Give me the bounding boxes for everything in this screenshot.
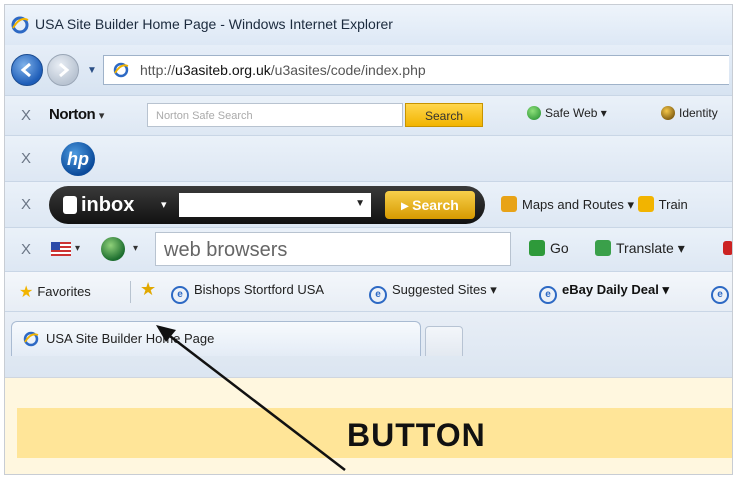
address-bar[interactable]: http://u3asiteb.org.uk/u3asites/code/ind… — [103, 55, 729, 85]
star-icon: ★ — [19, 284, 34, 301]
tab-strip: USA Site Builder Home Page — [5, 311, 732, 378]
ie-page-icon: e — [539, 286, 557, 304]
inbox-toolbar: X inbox ▾ ▼ ▸ Search Maps and Routes ▾ T… — [5, 181, 732, 228]
page-content: BUTTON — [5, 377, 732, 474]
close-toolbar-button[interactable]: X — [21, 150, 31, 167]
identity-icon — [661, 106, 675, 120]
favorite-link[interactable]: e eBay Daily Deal ▾ — [539, 282, 669, 304]
ie-page-icon: e — [171, 286, 189, 304]
hp-toolbar: X hp — [5, 135, 732, 182]
url-text: http://u3asiteb.org.uk/u3asites/code/ind… — [140, 62, 426, 78]
add-to-favorites-bar-icon[interactable]: ★ — [140, 279, 156, 300]
title-bar: USA Site Builder Home Page - Windows Int… — [5, 5, 732, 45]
safe-web-icon — [527, 106, 541, 120]
norton-search-input[interactable]: Norton Safe Search — [147, 103, 403, 127]
go-arrow-icon — [529, 240, 545, 256]
inbox-logo[interactable]: inbox — [63, 194, 134, 217]
trains-label[interactable]: Train — [659, 197, 688, 212]
norton-toolbar: X Norton ▾ Norton Safe Search Search Saf… — [5, 95, 732, 136]
favorites-bar: ★ Favorites ★ e Bishops Stortford USA e Sug… — [5, 271, 732, 312]
favorite-link[interactable]: e Suggested Sites ▾ — [369, 282, 497, 304]
inbox-search-input[interactable]: ▼ — [179, 193, 371, 217]
forward-arrow-icon — [59, 62, 70, 78]
window-title: USA Site Builder Home Page - Windows Int… — [35, 16, 393, 32]
favorite-link[interactable]: e — [711, 282, 732, 304]
banner-heading: BUTTON — [347, 417, 486, 453]
maps-icon — [501, 196, 517, 212]
hp-logo-icon[interactable]: hp — [61, 142, 95, 176]
favorite-link[interactable]: e Bishops Stortford USA — [171, 282, 324, 304]
chevron-down-icon[interactable]: ▾ — [133, 243, 138, 254]
divider — [130, 281, 131, 303]
inbox-search-bar: inbox ▾ ▼ ▸ Search — [49, 186, 485, 224]
tab-label: USA Site Builder Home Page — [46, 331, 215, 346]
new-tab-button[interactable] — [425, 326, 463, 356]
close-toolbar-button[interactable]: X — [21, 241, 31, 258]
toolbar-overflow-icon[interactable] — [723, 241, 732, 255]
chevron-down-icon[interactable]: ▾ — [75, 243, 80, 254]
web-search-input[interactable]: web browsers — [155, 232, 511, 266]
train-icon — [637, 196, 654, 212]
browser-window: USA Site Builder Home Page - Windows Int… — [4, 4, 733, 475]
tab-usa-site-builder[interactable]: USA Site Builder Home Page — [11, 321, 421, 356]
norton-menu[interactable]: Norton ▾ — [49, 106, 104, 123]
close-toolbar-button[interactable]: X — [21, 196, 31, 213]
inbox-dropdown[interactable]: ▾ — [161, 198, 167, 211]
back-arrow-icon — [20, 62, 31, 78]
identity-menu[interactable]: Identity — [661, 106, 718, 120]
ie-page-icon: e — [369, 286, 387, 304]
chevron-down-icon[interactable]: ▼ — [355, 198, 365, 209]
back-button[interactable] — [11, 54, 43, 86]
safe-web-menu[interactable]: Safe Web ▾ — [527, 106, 607, 120]
us-flag-icon[interactable] — [51, 242, 71, 256]
norton-search-button[interactable]: Search — [405, 103, 483, 127]
search-toolbar: X ▾ ▾ web browsers Go Translate ▾ — [5, 227, 732, 272]
favorites-button[interactable]: ★ Favorites — [19, 282, 91, 302]
translate-menu[interactable]: Translate ▾ — [595, 240, 685, 257]
go-button[interactable]: Go — [529, 240, 569, 256]
ie-page-icon: e — [711, 286, 729, 304]
forward-button[interactable] — [47, 54, 79, 86]
globe-icon[interactable] — [101, 237, 125, 261]
close-toolbar-button[interactable]: X — [21, 107, 31, 124]
page-icon — [112, 61, 130, 84]
maps-menu[interactable]: Maps and Routes ▾ Train — [501, 196, 688, 213]
recent-pages-dropdown[interactable]: ▼ — [87, 65, 97, 76]
inbox-search-button[interactable]: ▸ Search — [385, 191, 475, 219]
ie-logo-icon — [11, 16, 29, 39]
inbox-box-icon — [63, 196, 77, 214]
ie-page-icon — [22, 330, 40, 353]
navigation-bar: ▼ http://u3asiteb.org.uk/u3asites/code/i… — [5, 45, 732, 95]
translate-icon — [595, 240, 611, 256]
page-banner: BUTTON — [17, 408, 732, 458]
